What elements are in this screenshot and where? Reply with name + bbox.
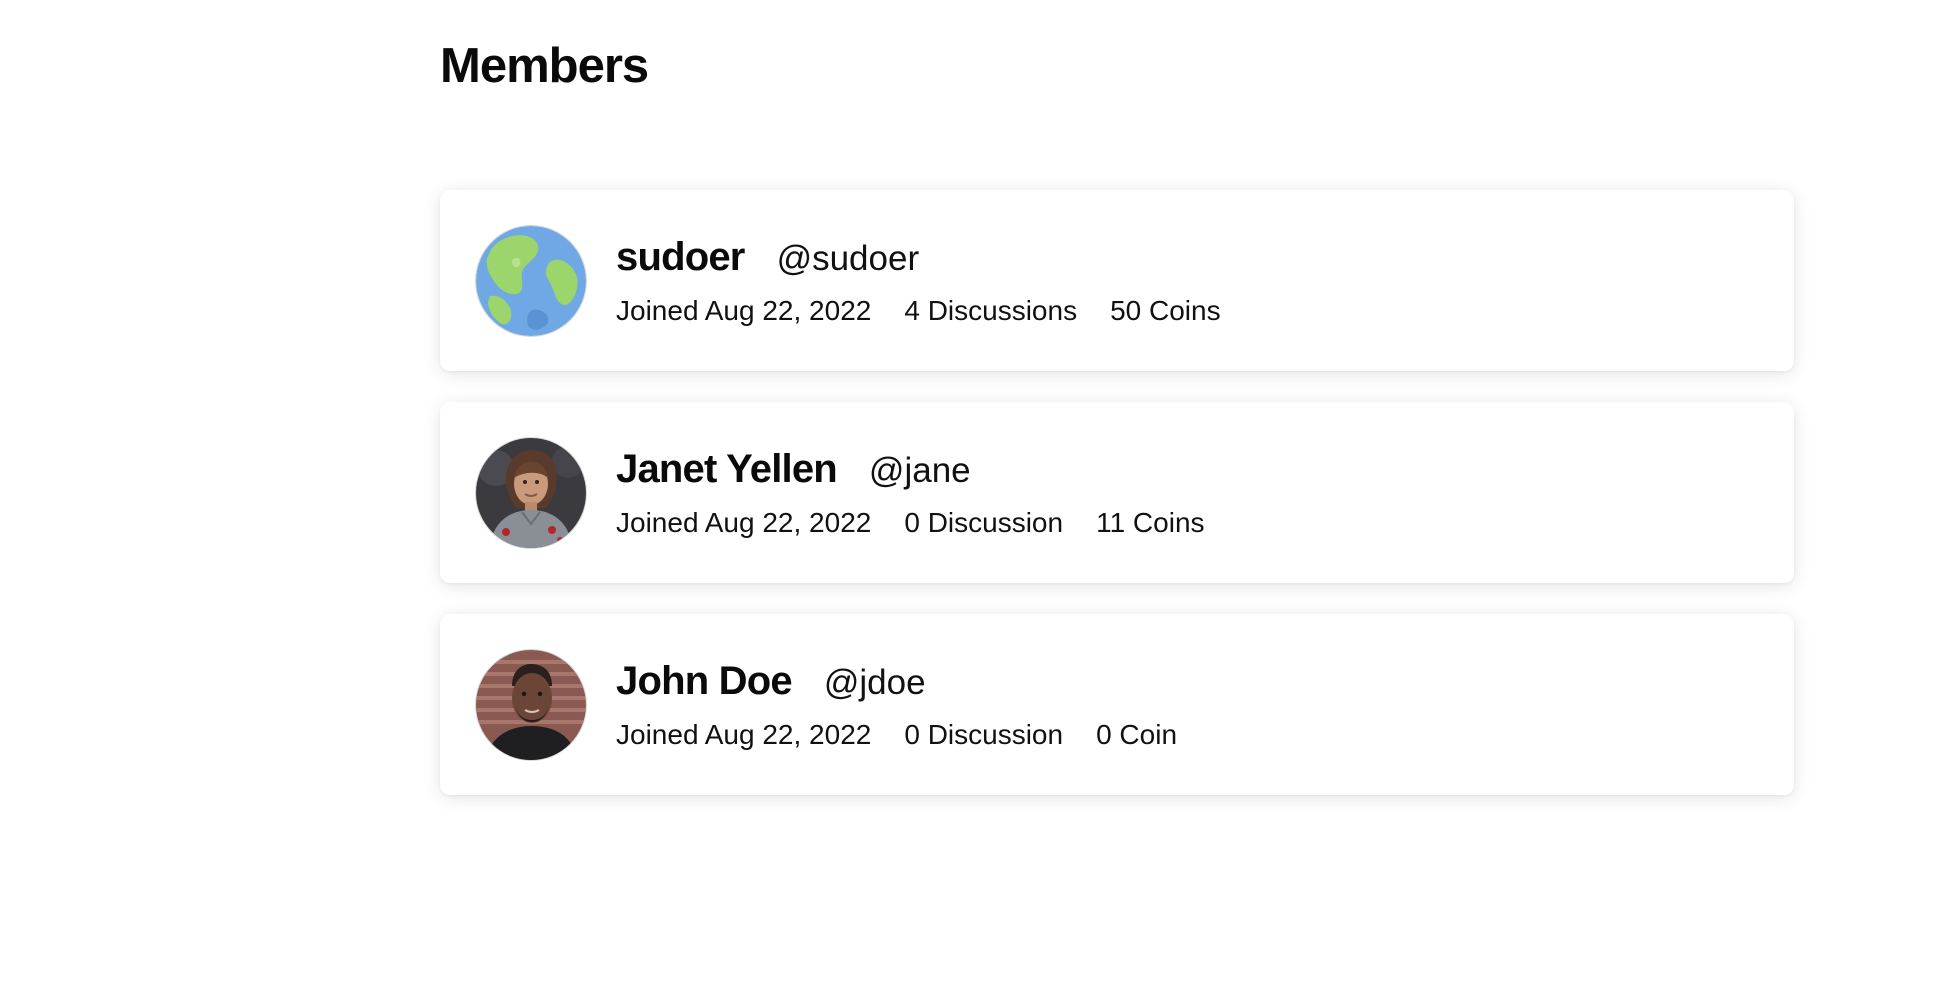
member-coin-count: 0 Coin xyxy=(1096,718,1178,750)
page-title: Members xyxy=(440,39,649,93)
avatar[interactable] xyxy=(476,225,586,336)
member-stats: Joined Aug 22, 2022 0 Discussion 11 Coin… xyxy=(616,507,1205,539)
person-photo-icon xyxy=(476,649,586,760)
member-discussion-count: 0 Discussion xyxy=(904,506,1064,538)
member-name[interactable]: sudoer xyxy=(616,235,745,280)
member-handle: @jane xyxy=(868,450,971,490)
member-coin-count: 50 Coins xyxy=(1110,294,1221,326)
member-card[interactable]: sudoer @sudoer Joined Aug 22, 2022 4 Dis… xyxy=(440,190,1794,371)
member-name-line: John Doe @jdoe xyxy=(616,659,1177,707)
member-discussion-count: 4 Discussions xyxy=(904,294,1078,326)
members-list: sudoer @sudoer Joined Aug 22, 2022 4 Dis… xyxy=(440,190,1794,826)
member-stats: Joined Aug 22, 2022 4 Discussions 50 Coi… xyxy=(616,295,1221,327)
avatar[interactable] xyxy=(476,437,586,548)
member-coin-count: 11 Coins xyxy=(1096,506,1205,538)
member-stats: Joined Aug 22, 2022 0 Discussion 0 Coin xyxy=(616,719,1177,751)
members-page: Members sudoer @sudoer Joined Aug 22, 20… xyxy=(0,0,1940,1002)
member-name[interactable]: John Doe xyxy=(616,659,793,704)
member-name-line: sudoer @sudoer xyxy=(616,235,1221,283)
member-info: sudoer @sudoer Joined Aug 22, 2022 4 Dis… xyxy=(616,235,1221,327)
member-discussion-count: 0 Discussion xyxy=(904,718,1064,750)
member-info: John Doe @jdoe Joined Aug 22, 2022 0 Dis… xyxy=(616,659,1177,751)
member-handle: @sudoer xyxy=(776,238,920,278)
member-card[interactable]: John Doe @jdoe Joined Aug 22, 2022 0 Dis… xyxy=(440,614,1794,795)
member-joined-date: Joined Aug 22, 2022 xyxy=(616,718,872,750)
member-name[interactable]: Janet Yellen xyxy=(616,447,838,492)
member-joined-date: Joined Aug 22, 2022 xyxy=(616,294,872,326)
member-info: Janet Yellen @jane Joined Aug 22, 2022 0… xyxy=(616,447,1205,539)
member-joined-date: Joined Aug 22, 2022 xyxy=(616,506,872,538)
person-photo-icon xyxy=(476,437,586,548)
globe-icon xyxy=(476,225,586,336)
avatar[interactable] xyxy=(476,649,586,760)
member-card[interactable]: Janet Yellen @jane Joined Aug 22, 2022 0… xyxy=(440,402,1794,583)
member-handle: @jdoe xyxy=(823,662,926,702)
member-name-line: Janet Yellen @jane xyxy=(616,447,1205,495)
